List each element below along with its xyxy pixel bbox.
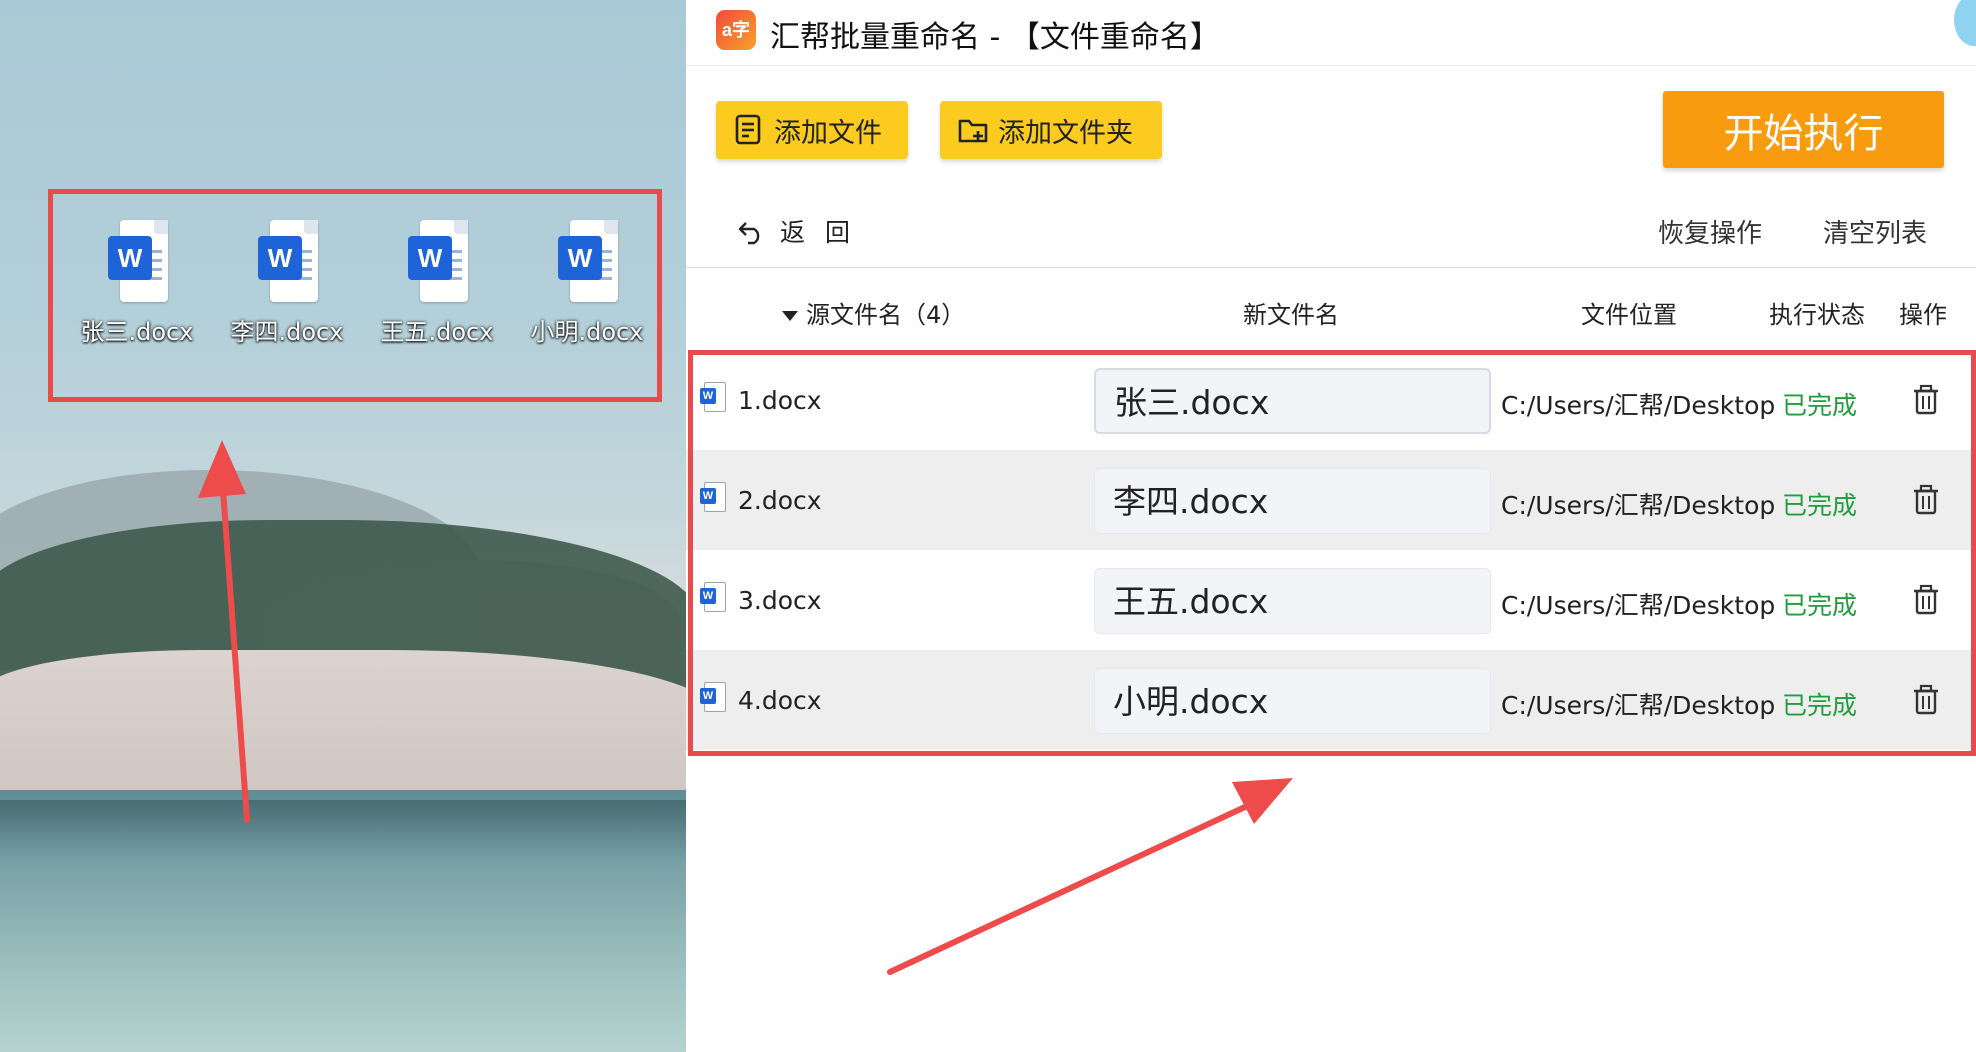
trash-icon[interactable] bbox=[1911, 584, 1941, 616]
word-doc-icon: W bbox=[406, 220, 468, 302]
back-label: 返回 bbox=[780, 218, 871, 247]
desktop-file-icon[interactable]: W 小明.docx bbox=[528, 220, 646, 347]
word-file-icon: W bbox=[700, 582, 726, 612]
desktop-file-icon[interactable]: W 李四.docx bbox=[228, 220, 346, 347]
desktop-file-label: 李四.docx bbox=[230, 318, 344, 346]
column-header-source[interactable]: 源文件名（4） bbox=[782, 295, 965, 330]
desktop-file-icon[interactable]: W 王五.docx bbox=[378, 220, 496, 347]
new-filename-field[interactable]: 王五.docx bbox=[1094, 568, 1491, 634]
new-filename-field[interactable]: 小明.docx bbox=[1094, 668, 1491, 734]
column-header-status: 执行状态 bbox=[1769, 301, 1865, 329]
status-badge: 已完成 bbox=[1782, 391, 1858, 420]
add-file-icon bbox=[735, 114, 761, 145]
desktop-file-label: 王五.docx bbox=[380, 318, 494, 346]
word-file-icon: W bbox=[700, 682, 726, 712]
file-location: C:/Users/汇帮/Desktop bbox=[1501, 591, 1776, 620]
table-row[interactable]: W 1.docx 张三.docx C:/Users/汇帮/Desktop 已完成 bbox=[686, 350, 1976, 450]
word-doc-icon: W bbox=[556, 220, 618, 302]
restore-button[interactable]: 恢复操作 bbox=[1658, 213, 1762, 250]
source-filename: 1.docx bbox=[738, 386, 822, 415]
trash-icon[interactable] bbox=[1911, 684, 1941, 716]
source-filename: 2.docx bbox=[738, 486, 822, 515]
table-row[interactable]: W 3.docx 王五.docx C:/Users/汇帮/Desktop 已完成 bbox=[686, 550, 1976, 650]
app-logo-icon: a字 bbox=[716, 10, 756, 50]
desktop-wallpaper bbox=[0, 0, 686, 1052]
new-filename-field[interactable]: 张三.docx bbox=[1094, 368, 1491, 434]
add-file-label: 添加文件 bbox=[774, 117, 882, 149]
word-file-icon: W bbox=[700, 382, 726, 412]
rename-app-window: a字 汇帮批量重命名 - 【文件重命名】 添加文件 添加文件夹 开始执行 返回 … bbox=[686, 0, 1976, 1052]
file-location: C:/Users/汇帮/Desktop bbox=[1501, 491, 1776, 520]
wallpaper-shore bbox=[0, 650, 686, 800]
title-bar: a字 汇帮批量重命名 - 【文件重命名】 bbox=[686, 0, 1976, 66]
word-file-icon: W bbox=[700, 482, 726, 512]
trash-icon[interactable] bbox=[1911, 484, 1941, 516]
edge-avatar-icon bbox=[1954, 0, 1976, 46]
add-file-button[interactable]: 添加文件 bbox=[716, 101, 908, 159]
add-folder-button[interactable]: 添加文件夹 bbox=[940, 101, 1162, 159]
window-title: 汇帮批量重命名 - 【文件重命名】 bbox=[770, 20, 1220, 55]
sort-caret-icon bbox=[782, 311, 798, 321]
undo-arrow-icon bbox=[738, 222, 760, 245]
table-row[interactable]: W 4.docx 小明.docx C:/Users/汇帮/Desktop 已完成 bbox=[686, 650, 1976, 750]
back-button[interactable]: 返回 bbox=[736, 213, 870, 249]
header-divider bbox=[686, 267, 1976, 268]
add-folder-icon bbox=[958, 119, 988, 143]
clear-list-button[interactable]: 清空列表 bbox=[1823, 213, 1927, 250]
column-header-location: 文件位置 bbox=[1581, 301, 1677, 329]
column-header-action: 操作 bbox=[1899, 301, 1947, 329]
word-doc-icon: W bbox=[256, 220, 318, 302]
file-location: C:/Users/汇帮/Desktop bbox=[1501, 691, 1776, 720]
desktop-file-label: 张三.docx bbox=[80, 318, 194, 346]
file-location: C:/Users/汇帮/Desktop bbox=[1501, 391, 1776, 420]
word-doc-icon: W bbox=[106, 220, 168, 302]
add-folder-label: 添加文件夹 bbox=[998, 117, 1133, 149]
status-badge: 已完成 bbox=[1782, 691, 1858, 720]
status-badge: 已完成 bbox=[1782, 591, 1858, 620]
status-badge: 已完成 bbox=[1782, 491, 1858, 520]
trash-icon[interactable] bbox=[1911, 384, 1941, 416]
source-filename: 4.docx bbox=[738, 686, 822, 715]
desktop-file-icon[interactable]: W 张三.docx bbox=[78, 220, 196, 347]
column-header-new-name: 新文件名 bbox=[1243, 301, 1339, 329]
wallpaper-reflection bbox=[0, 800, 686, 860]
new-filename-field[interactable]: 李四.docx bbox=[1094, 468, 1491, 534]
source-filename: 3.docx bbox=[738, 586, 822, 615]
start-button[interactable]: 开始执行 bbox=[1663, 91, 1944, 168]
desktop-file-label: 小明.docx bbox=[530, 318, 644, 346]
table-row[interactable]: W 2.docx 李四.docx C:/Users/汇帮/Desktop 已完成 bbox=[686, 450, 1976, 550]
